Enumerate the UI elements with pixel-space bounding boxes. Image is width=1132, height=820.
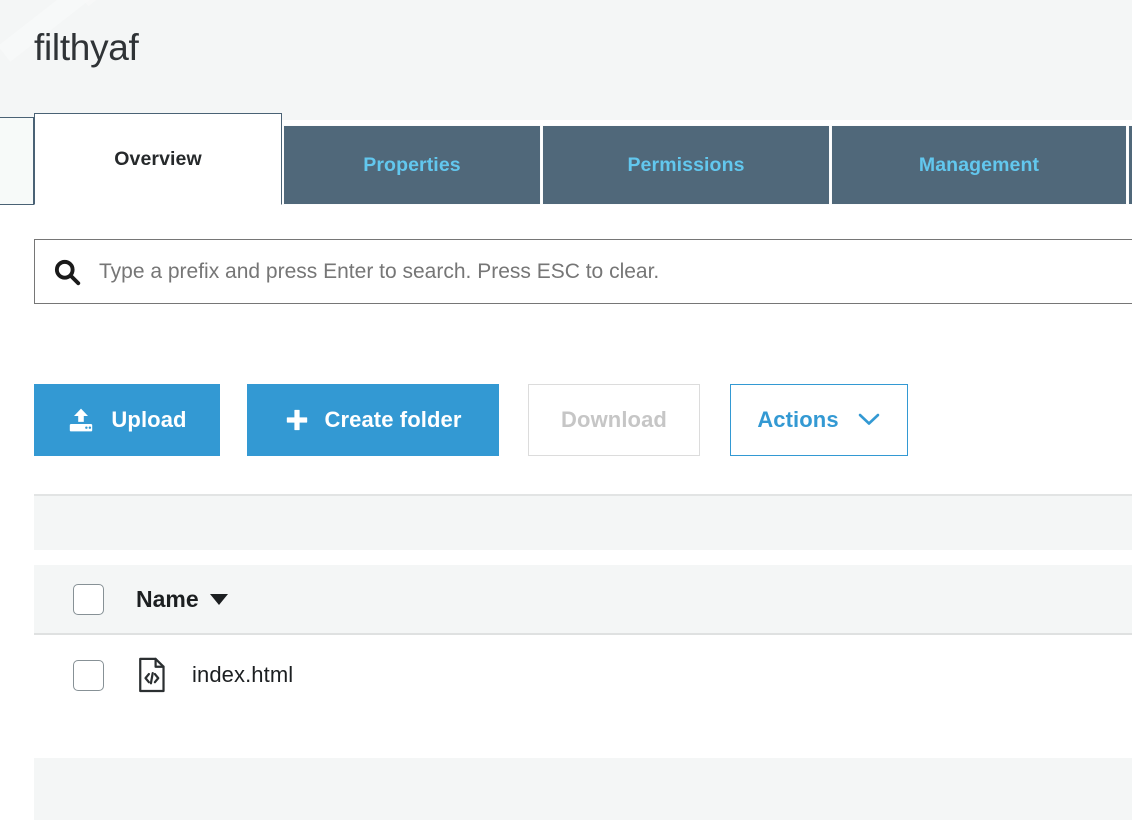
overview-panel: Upload Create folder Download Actions	[0, 204, 1132, 820]
actions-button-label: Actions	[757, 407, 839, 432]
tab-partial-right-edge[interactable]	[1128, 125, 1132, 205]
tab-permissions[interactable]: Permissions	[542, 125, 830, 205]
page-title: filthyaf	[34, 27, 139, 68]
actions-button[interactable]: Actions	[730, 384, 908, 456]
select-all-cell[interactable]	[34, 583, 136, 615]
plus-icon	[284, 407, 310, 433]
tab-overview-label: Overview	[114, 147, 202, 170]
caret-down-icon	[209, 593, 228, 605]
select-all-checkbox[interactable]	[72, 583, 104, 615]
upload-icon	[67, 406, 95, 434]
object-actions-toolbar: Upload Create folder Download Actions	[34, 384, 908, 456]
table-footer-band	[34, 758, 1132, 820]
row-checkbox[interactable]	[72, 659, 104, 691]
column-header-name-label: Name	[136, 585, 199, 612]
row-select-cell[interactable]	[34, 659, 136, 691]
tab-permissions-label: Permissions	[627, 153, 745, 176]
table-toolbar-band	[34, 494, 1132, 550]
create-folder-button-label: Create folder	[324, 407, 462, 432]
search-input[interactable]	[99, 240, 1132, 303]
tab-management[interactable]: Management	[831, 125, 1127, 205]
table-row[interactable]: index.html	[34, 641, 1132, 709]
html-file-icon	[136, 657, 192, 693]
s3-bucket-overview-screen: filthyaf Overview Properties Permissions…	[0, 0, 1132, 820]
tab-partial-left-edge[interactable]	[0, 117, 34, 205]
create-folder-button[interactable]: Create folder	[247, 384, 499, 456]
column-header-name[interactable]: Name	[136, 586, 228, 613]
objects-table-header: Name	[34, 565, 1132, 635]
tab-properties-label: Properties	[363, 153, 461, 176]
search-icon	[35, 257, 99, 287]
download-button-label: Download	[561, 407, 667, 432]
tab-overview[interactable]: Overview	[34, 113, 282, 205]
chevron-down-icon	[857, 407, 881, 433]
tab-properties[interactable]: Properties	[283, 125, 541, 205]
tab-bar: Overview Properties Permissions Manageme…	[0, 113, 1132, 205]
search-bar[interactable]	[34, 239, 1132, 304]
page-header-band	[0, 0, 1132, 120]
upload-button-label: Upload	[111, 407, 187, 432]
download-button: Download	[528, 384, 700, 456]
file-name-link[interactable]: index.html	[192, 662, 293, 688]
upload-button[interactable]: Upload	[34, 384, 220, 456]
tab-management-label: Management	[918, 153, 1040, 176]
